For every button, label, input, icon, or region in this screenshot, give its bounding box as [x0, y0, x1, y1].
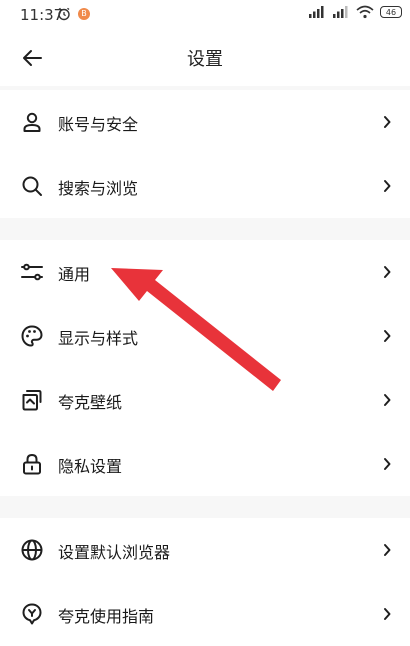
globe-icon [21, 539, 43, 561]
chevron-right-icon [384, 330, 391, 342]
wallpaper-icon [22, 390, 42, 411]
chevron-right-icon [384, 116, 391, 128]
settings-group-account: 账号与安全 搜索与浏览 [0, 90, 410, 218]
header: 设置 [0, 30, 410, 86]
chevron-right-icon [384, 180, 391, 192]
settings-group-browser: 设置默认浏览器 夸克使用指南 [0, 518, 410, 646]
settings-item-account-security[interactable]: 账号与安全 [0, 90, 410, 154]
chevron-right-icon [384, 544, 391, 556]
settings-item-label: 设置默认浏览器 [58, 543, 171, 562]
signal-icon [309, 6, 324, 18]
signal-icon [333, 6, 348, 18]
wifi-icon [356, 5, 374, 19]
app-notification-icon: B [78, 8, 90, 20]
settings-item-general[interactable]: 通用 [0, 240, 410, 304]
lock-icon [23, 454, 41, 475]
search-icon [22, 176, 42, 196]
chevron-right-icon [384, 458, 391, 470]
alarm-icon [58, 7, 70, 21]
settings-item-label: 隐私设置 [58, 457, 123, 476]
chevron-right-icon [384, 266, 391, 278]
status-bar: 11:37 B 46 [0, 0, 410, 30]
chevron-right-icon [384, 608, 391, 620]
guide-icon [22, 603, 42, 625]
chevron-right-icon [384, 394, 391, 406]
settings-item-label: 搜索与浏览 [58, 179, 139, 198]
battery-icon: 46 [380, 6, 402, 18]
settings-item-label: 账号与安全 [58, 115, 139, 134]
settings-item-search-browse[interactable]: 搜索与浏览 [0, 154, 410, 218]
settings-item-wallpaper[interactable]: 夸克壁纸 [0, 368, 410, 432]
sliders-icon [21, 263, 43, 281]
settings-item-label: 夸克使用指南 [58, 607, 155, 626]
settings-item-guide[interactable]: 夸克使用指南 [0, 582, 410, 646]
settings-item-display-style[interactable]: 显示与样式 [0, 304, 410, 368]
status-indicators: 46 [308, 5, 402, 19]
settings-item-label: 通用 [58, 265, 91, 284]
settings-item-label: 夸克壁纸 [58, 393, 123, 412]
page-title: 设置 [187, 49, 223, 70]
settings-item-default-browser[interactable]: 设置默认浏览器 [0, 518, 410, 582]
person-icon [23, 112, 41, 132]
settings-item-privacy[interactable]: 隐私设置 [0, 432, 410, 496]
settings-item-label: 显示与样式 [58, 329, 139, 348]
settings-group-general: 通用 显示与样式 夸克壁纸 隐私设置 [0, 240, 410, 496]
palette-icon [21, 325, 43, 347]
